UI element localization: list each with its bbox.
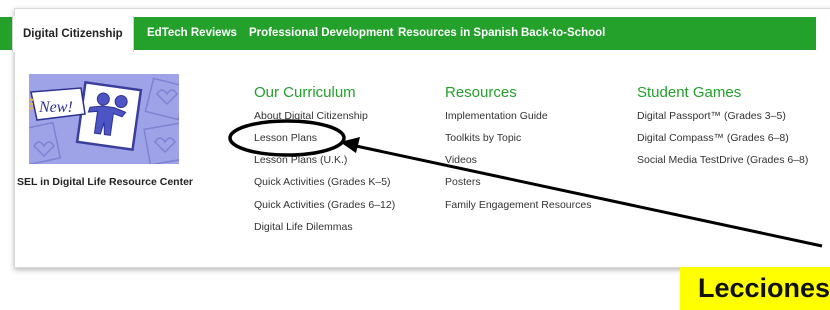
highlight-ellipse — [228, 119, 346, 157]
annotation-arrow-line — [355, 144, 823, 248]
callout-text: Lecciones — [698, 273, 830, 303]
annotation-overlay — [228, 119, 823, 248]
